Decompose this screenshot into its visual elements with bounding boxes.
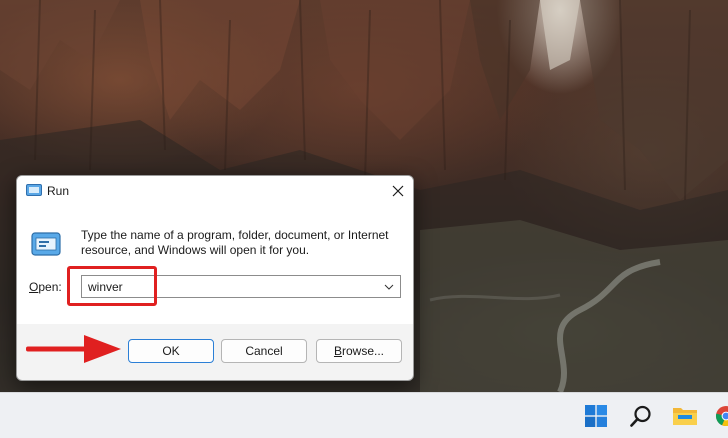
- annotation-arrow-icon: [26, 335, 121, 363]
- browse-mnemonic: B: [333, 344, 342, 358]
- close-icon: [392, 185, 404, 197]
- open-label-mnemonic: O: [29, 280, 39, 294]
- chrome-icon[interactable]: [711, 401, 728, 431]
- search-icon[interactable]: [626, 401, 656, 431]
- dialog-description: Type the name of a program, folder, docu…: [81, 228, 389, 257]
- file-explorer-icon[interactable]: [670, 401, 700, 431]
- ok-button[interactable]: OK: [128, 339, 214, 363]
- open-label: Open:: [29, 280, 62, 294]
- taskbar: [0, 392, 728, 438]
- run-app-icon: [26, 184, 42, 196]
- dropdown-button[interactable]: [378, 276, 400, 297]
- open-combobox[interactable]: [81, 275, 401, 298]
- chevron-down-icon: [384, 284, 394, 290]
- dialog-title: Run: [47, 184, 70, 198]
- cancel-button[interactable]: Cancel: [221, 339, 307, 363]
- dialog-titlebar[interactable]: Run: [17, 176, 413, 206]
- windows-start-icon[interactable]: [581, 401, 611, 431]
- close-button[interactable]: [383, 176, 413, 206]
- browse-label: rowse...: [342, 344, 385, 358]
- run-program-icon: [31, 232, 61, 256]
- browse-button[interactable]: Browse...: [316, 339, 402, 363]
- dialog-content: Type the name of a program, folder, docu…: [17, 206, 413, 324]
- open-label-text: pen:: [38, 280, 62, 294]
- open-input[interactable]: [82, 276, 378, 297]
